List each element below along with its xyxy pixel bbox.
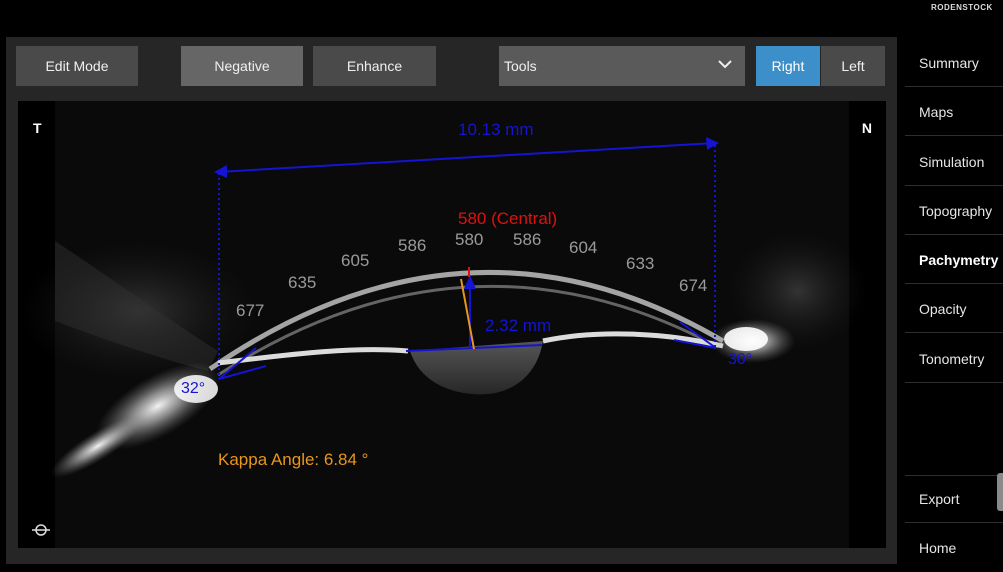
- sidebar-item-topography[interactable]: Topography: [905, 187, 1003, 235]
- sidebar-item-export[interactable]: Export: [905, 475, 1003, 523]
- sidebar-item-pachymetry[interactable]: Pachymetry: [905, 236, 1003, 284]
- sidebar-item-home[interactable]: Home: [905, 524, 1003, 572]
- thickness-value: 677: [236, 301, 264, 320]
- temporal-label: T: [33, 120, 42, 136]
- sidebar-item-maps[interactable]: Maps: [905, 88, 1003, 136]
- sidebar: Summary Maps Simulation Topography Pachy…: [905, 37, 1003, 567]
- thickness-value: 586: [513, 230, 541, 249]
- scheimpflug-image[interactable]: 10.13 mm 32° 30° 2.32 mm 677 635 605 586 580…: [18, 101, 886, 548]
- chamber-width-label: 10.13 mm: [458, 120, 534, 139]
- edit-mode-button[interactable]: Edit Mode: [16, 46, 138, 86]
- enhance-button[interactable]: Enhance: [313, 46, 436, 86]
- scan-overlay: 10.13 mm 32° 30° 2.32 mm 677 635 605 586 580…: [18, 120, 868, 478]
- chamber-depth-label: 2.32 mm: [485, 316, 551, 335]
- kappa-line: [460, 278, 475, 350]
- thickness-value: 635: [288, 273, 316, 292]
- sidebar-scrollbar[interactable]: [997, 473, 1003, 511]
- tools-dropdown[interactable]: Tools: [499, 46, 745, 86]
- sidebar-item-simulation[interactable]: Simulation: [905, 138, 1003, 186]
- nasal-label: N: [861, 120, 872, 136]
- negative-button[interactable]: Negative: [181, 46, 303, 86]
- thickness-value: 633: [626, 254, 654, 273]
- width-arrow-left: [214, 165, 227, 178]
- tools-dropdown-value: Tools: [504, 58, 537, 74]
- kappa-angle-label: Kappa Angle: 6.84 °: [218, 450, 368, 469]
- sidebar-item-tonometry[interactable]: Tonometry: [905, 335, 1003, 383]
- sidebar-item-opacity[interactable]: Opacity: [905, 285, 1003, 333]
- chevron-down-icon: [718, 60, 732, 69]
- depth-arrow-top: [464, 275, 476, 289]
- central-thickness-label: 580 (Central): [458, 209, 557, 228]
- thickness-value: 604: [569, 238, 597, 257]
- width-arrow-right: [706, 137, 719, 150]
- glare-right-spot: [724, 327, 768, 351]
- thickness-value: 674: [679, 276, 707, 295]
- left-eye-button[interactable]: Left: [821, 46, 885, 86]
- angle-right-label: 30°: [728, 351, 752, 368]
- main-panel: Edit Mode Negative Enhance Tools Right L…: [6, 37, 897, 564]
- thickness-value: 605: [341, 251, 369, 270]
- sidebar-item-summary[interactable]: Summary: [905, 39, 1003, 87]
- thickness-value: 580: [455, 230, 483, 249]
- thickness-value: 586: [398, 236, 426, 255]
- brand-logo: RODENSTOCK: [931, 3, 993, 12]
- right-eye-button[interactable]: Right: [756, 46, 820, 86]
- width-line: [217, 142, 716, 173]
- orientation-icon[interactable]: [32, 523, 50, 537]
- angle-left-label: 32°: [181, 380, 205, 397]
